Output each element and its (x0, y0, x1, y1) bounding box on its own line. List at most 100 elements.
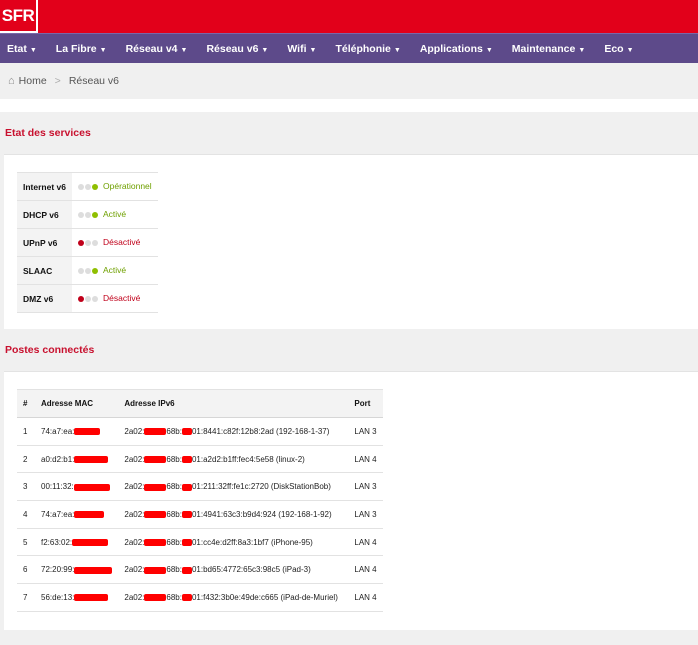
service-name: Internet v6 (17, 172, 72, 201)
nav-item-label: La Fibre (55, 42, 97, 55)
redaction-mark (74, 455, 109, 463)
col-port: Port (348, 389, 383, 418)
nav-item-label: Téléphonie (335, 42, 391, 55)
redaction-mark (72, 538, 109, 546)
service-name: DHCP v6 (17, 200, 72, 229)
ip-prefix: 2a02: (124, 537, 145, 547)
caret-down-icon: ▼ (261, 46, 269, 54)
nav-item-4[interactable]: Wifi ▼ (287, 43, 316, 55)
ip-prefix: 2a02: (124, 426, 145, 436)
nav-item-7[interactable]: Maintenance ▼ (512, 43, 586, 55)
table-row: 1 74:a7:ea: 2a02: 68b: 01:8441:c82f:12b8:2ad… (17, 417, 383, 446)
nav-item-1[interactable]: La Fibre ▼ (56, 43, 107, 55)
service-row: Internet v6 Opérationnel (17, 172, 158, 201)
ip-suffix: 01:bd65:4772:65c3:98c5 (iPad-3) (191, 565, 311, 575)
hosts-panel: # Adresse MAC Adresse IPv6 Port 1 74:a7:e… (4, 371, 698, 630)
table-row: 7 56:de:13: 2a02: 68b: 01:f432:3b0e:49de:c66… (17, 583, 383, 612)
redaction-mark (181, 483, 192, 491)
nav-item-8[interactable]: Eco ▼ (604, 43, 633, 55)
ip-suffix: 01:4941:63c3:b9d4:924 (192-168-1-92) (191, 509, 332, 519)
service-status-text: Désactivé (103, 237, 141, 248)
host-port: LAN 3 (348, 417, 383, 446)
host-port: LAN 3 (348, 472, 383, 502)
status-indicator-icon (78, 238, 99, 248)
ip-mid: 68b: (166, 509, 182, 519)
nav-item-0[interactable]: Etat ▼ (7, 43, 37, 55)
spacer (0, 99, 698, 112)
host-port: LAN 4 (348, 583, 383, 612)
ip-suffix: 01:8441:c82f:12b8:2ad (192-168-1-37) (191, 426, 330, 436)
redaction-mark (181, 428, 192, 436)
host-ipv6: 2a02: 68b: 01:8441:c82f:12b8:2ad (192-168-… (118, 417, 349, 446)
nav-item-6[interactable]: Applications ▼ (420, 43, 493, 55)
status-indicator-icon (78, 210, 99, 220)
col-ipv6: Adresse IPv6 (118, 389, 349, 418)
service-row: SLAAC Activé (17, 256, 158, 285)
status-indicator-icon (78, 266, 99, 276)
service-status: Opérationnel (72, 172, 158, 201)
redaction-mark (144, 511, 167, 519)
host-ipv6: 2a02: 68b: 01:f432:3b0e:49de:c665 (iPad-de… (118, 583, 349, 612)
host-port: LAN 3 (348, 500, 383, 529)
ip-mid: 68b: (166, 426, 182, 436)
host-port: LAN 4 (348, 445, 383, 474)
host-mac: 74:a7:ea: (35, 500, 119, 529)
col-num: # (17, 389, 35, 418)
host-ipv6: 2a02: 68b: 01:bd65:4772:65c3:98c5 (iPad-3) (118, 555, 349, 585)
caret-down-icon: ▼ (578, 46, 586, 54)
nav-item-label: Applications (419, 42, 483, 55)
redaction-mark (181, 594, 192, 602)
redaction-mark (74, 511, 105, 519)
table-row: 4 74:a7:ea: 2a02: 68b: 01:4941:63c3:b9d4:924… (17, 500, 383, 529)
nav-item-label: Eco (604, 42, 624, 55)
nav-item-3[interactable]: Réseau v6 ▼ (206, 43, 268, 55)
redaction-mark (144, 428, 167, 436)
caret-down-icon: ▼ (99, 46, 107, 54)
service-row: DHCP v6 Activé (17, 200, 158, 229)
host-mac: 74:a7:ea: (35, 417, 119, 446)
nav-item-label: Réseau v4 (125, 42, 178, 55)
breadcrumb-current: Réseau v6 (68, 75, 120, 87)
bottom-strip (0, 630, 698, 642)
hosts-header-row: # Adresse MAC Adresse IPv6 Port (17, 389, 383, 418)
redaction-mark (181, 566, 192, 574)
service-name: DMZ v6 (17, 284, 72, 313)
service-status-text: Activé (103, 265, 127, 276)
breadcrumb-home[interactable]: Home (19, 75, 47, 87)
nav-item-5[interactable]: Téléphonie ▼ (335, 43, 400, 55)
mac-prefix: a0:d2:b1: (41, 454, 75, 464)
table-row: 3 00:11:32: 2a02: 68b: 01:211:32ff:fe1c:2720… (17, 472, 383, 502)
redaction-mark (144, 455, 167, 463)
redaction-mark (144, 594, 167, 602)
redaction-mark (144, 566, 167, 574)
services-panel: Internet v6 Opérationnel DHCP v6 Activé UPnP… (4, 154, 698, 329)
breadcrumb: ⌂ Home > Réseau v6 (0, 63, 698, 99)
service-status: Activé (72, 256, 158, 285)
host-ipv6: 2a02: 68b: 01:cc4e:d2ff:8a3:1bf7 (iPhone-9… (118, 528, 349, 557)
caret-down-icon: ▼ (626, 46, 634, 54)
service-status: Activé (72, 200, 158, 229)
table-row: 5 f2:63:02: 2a02: 68b: 01:cc4e:d2ff:8a3:1bf7… (17, 528, 383, 557)
main-nav: Etat ▼ La Fibre ▼ Réseau v4 ▼ Réseau v6 ▼ Wifi ▼ T… (0, 33, 698, 63)
host-mac: f2:63:02: (35, 528, 119, 557)
mac-prefix: f2:63:02: (41, 537, 73, 547)
redaction-mark (74, 428, 101, 436)
home-icon[interactable]: ⌂ (8, 75, 15, 87)
service-name: SLAAC (17, 256, 72, 285)
service-row: DMZ v6 Désactivé (17, 284, 158, 313)
redaction-mark (181, 455, 192, 463)
ip-suffix: 01:f432:3b0e:49de:c665 (iPad-de-Muriel) (191, 592, 338, 602)
host-mac: 00:11:32: (35, 472, 119, 502)
top-bar: SFR (0, 0, 698, 33)
ip-suffix: 01:211:32ff:fe1c:2720 (DiskStationBob) (191, 482, 331, 492)
sfr-logo[interactable]: SFR (0, 0, 38, 33)
ip-prefix: 2a02: (124, 592, 145, 602)
nav-item-2[interactable]: Réseau v4 ▼ (126, 43, 188, 55)
services-title: Etat des services (0, 112, 698, 154)
ip-suffix: 01:cc4e:d2ff:8a3:1bf7 (iPhone-95) (191, 537, 313, 547)
caret-down-icon: ▼ (29, 46, 37, 54)
nav-item-label: Réseau v6 (206, 42, 259, 55)
caret-down-icon: ▼ (485, 46, 493, 54)
service-status: Désactivé (72, 284, 158, 313)
breadcrumb-separator: > (54, 75, 61, 87)
